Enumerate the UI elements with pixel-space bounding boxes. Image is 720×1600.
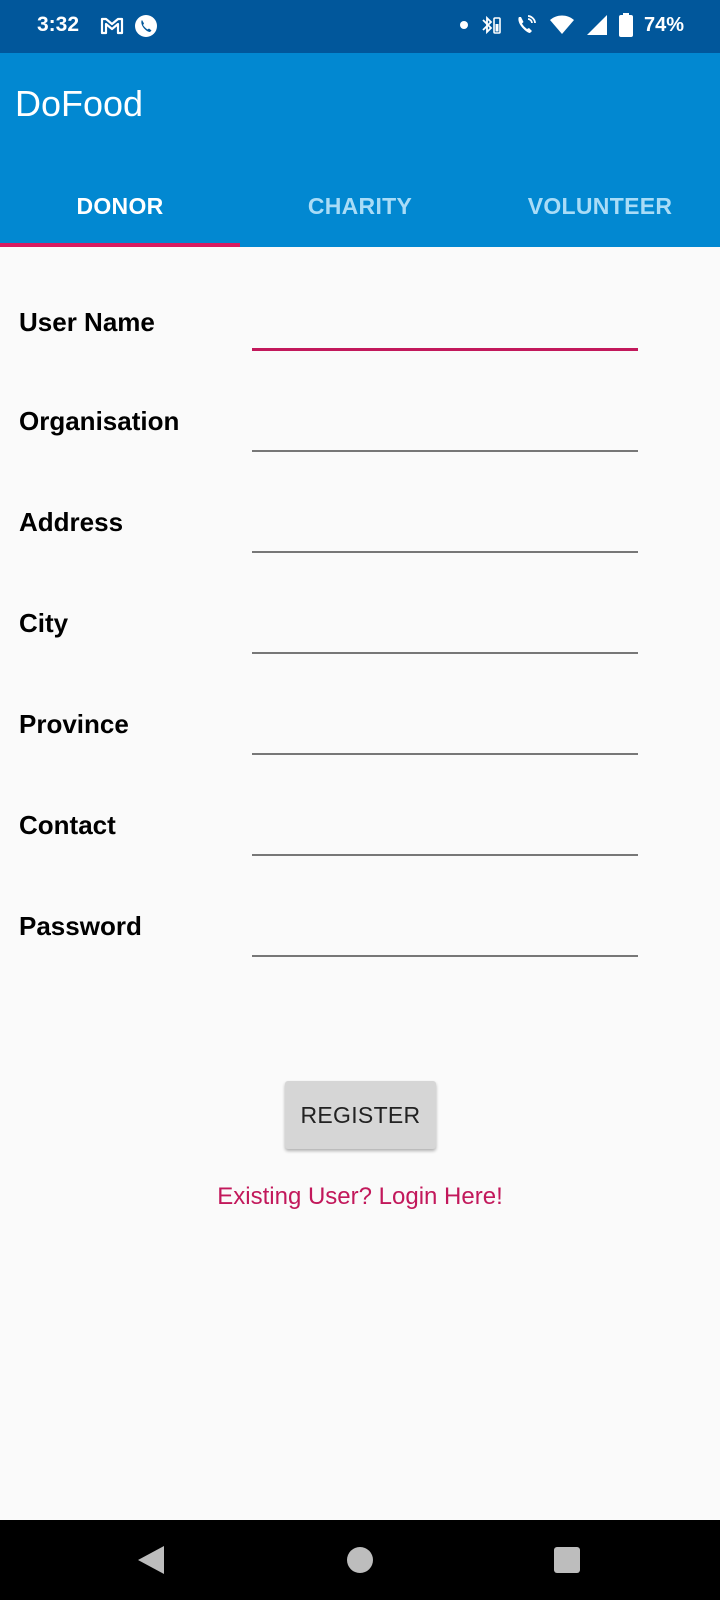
register-button[interactable]: REGISTER (285, 1081, 436, 1149)
contact-label: Contact (19, 810, 116, 840)
wifi-icon (549, 14, 575, 36)
province-row: Province (0, 701, 720, 801)
tab-indicator (0, 243, 240, 247)
battery-percent: 74% (643, 13, 684, 36)
city-label: City (19, 608, 69, 638)
login-link[interactable]: Existing User? Login Here! (0, 1183, 720, 1211)
province-label: Province (19, 709, 129, 739)
tab-volunteer-label: VOLUNTEER (527, 192, 673, 219)
tab-bar: DONOR CHARITY VOLUNTEER (0, 165, 720, 247)
recents-icon (553, 1546, 581, 1574)
city-row: City (0, 600, 720, 700)
city-input[interactable] (252, 608, 638, 654)
back-icon (136, 1544, 166, 1576)
password-label: Password (19, 911, 142, 941)
contact-row: Contact (0, 802, 720, 902)
bluetooth-battery-icon (479, 13, 503, 37)
tab-donor[interactable]: DONOR (0, 165, 240, 247)
password-input[interactable] (252, 911, 638, 957)
battery-icon (618, 13, 633, 37)
contact-input[interactable] (252, 810, 638, 856)
home-button[interactable] (340, 1540, 380, 1580)
home-icon (345, 1545, 375, 1575)
tab-donor-label: DONOR (76, 192, 164, 219)
app-bar: DoFood DONOR CHARITY VOLUNTEER (0, 53, 720, 247)
status-bar: 3:32 74% (0, 0, 720, 53)
tab-charity[interactable]: CHARITY (240, 165, 480, 247)
tab-charity-label: CHARITY (307, 192, 413, 219)
address-input[interactable] (252, 507, 638, 553)
status-time: 3:32 (37, 13, 80, 36)
navigation-bar (0, 1520, 720, 1600)
address-label: Address (19, 507, 124, 537)
phone-call-icon (134, 14, 158, 38)
user-name-label: User Name (19, 307, 155, 337)
status-right-icons: 74% (459, 13, 684, 37)
province-input[interactable] (252, 709, 638, 755)
user-name-input[interactable] (252, 305, 638, 351)
wifi-call-icon (514, 13, 538, 37)
app-title: DoFood (15, 83, 144, 124)
password-row: Password (0, 903, 720, 1003)
gmail-icon (100, 16, 124, 36)
tab-volunteer[interactable]: VOLUNTEER (480, 165, 720, 247)
organisation-label: Organisation (19, 406, 180, 436)
user-name-row: User Name (0, 297, 720, 397)
recents-button[interactable] (547, 1540, 587, 1580)
signal-icon (586, 14, 608, 36)
address-row: Address (0, 499, 720, 599)
status-left-icons (100, 14, 158, 38)
dot-icon (459, 21, 468, 29)
back-button[interactable] (131, 1540, 171, 1580)
organisation-input[interactable] (252, 406, 638, 452)
organisation-row: Organisation (0, 398, 720, 498)
